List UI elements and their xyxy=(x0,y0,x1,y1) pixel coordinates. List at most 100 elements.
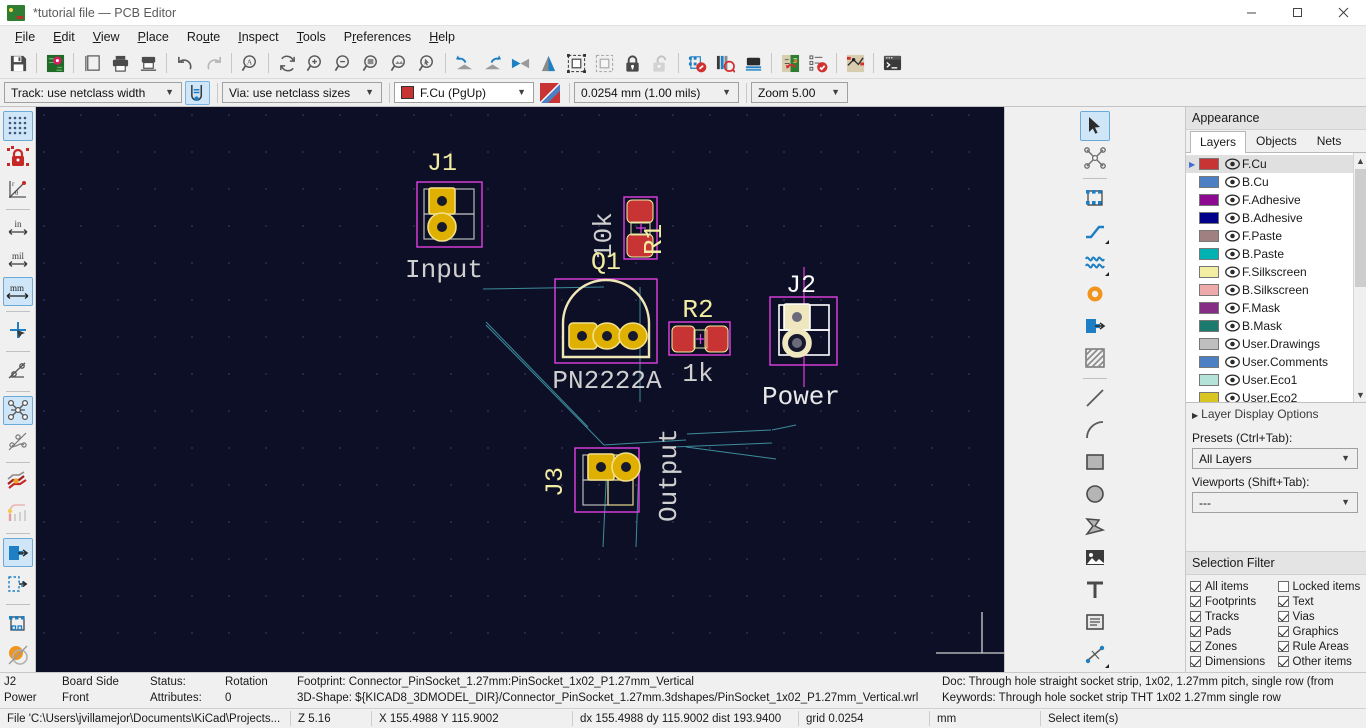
layer-visibility-toggle[interactable] xyxy=(1225,284,1242,296)
layer-visibility-toggle[interactable] xyxy=(1225,176,1242,188)
tab-nets[interactable]: Nets xyxy=(1307,130,1352,152)
layer-row-f-paste[interactable]: F.Paste xyxy=(1186,227,1366,245)
checkbox[interactable] xyxy=(1277,611,1289,622)
zoom-select[interactable]: Zoom 5.00 ▼ xyxy=(751,82,848,103)
lock-button[interactable] xyxy=(618,50,646,76)
checkbox[interactable] xyxy=(1190,596,1201,607)
layer-visibility-toggle[interactable] xyxy=(1225,212,1242,224)
track-via-properties-button[interactable] xyxy=(185,80,210,105)
layer-visibility-toggle[interactable] xyxy=(1225,248,1242,260)
checkbox[interactable] xyxy=(1277,626,1289,637)
layer-row-b-adhesive[interactable]: B.Adhesive xyxy=(1186,209,1366,227)
layer-pair-button[interactable] xyxy=(537,81,562,105)
flip-vertical-button[interactable] xyxy=(534,50,562,76)
menu-view[interactable]: View xyxy=(84,28,129,46)
layer-color-swatch[interactable] xyxy=(1199,356,1219,368)
filter-graphics[interactable]: Graphics xyxy=(1277,624,1364,639)
layer-color-swatch[interactable] xyxy=(1199,320,1219,332)
filter-other-items[interactable]: Other items xyxy=(1277,654,1364,669)
checkbox[interactable] xyxy=(1190,641,1201,652)
checkbox[interactable] xyxy=(1190,611,1201,622)
add-dimension-tool-button[interactable] xyxy=(1080,639,1110,669)
zone-outline-display-button[interactable] xyxy=(3,569,33,599)
menu-inspect[interactable]: Inspect xyxy=(229,28,287,46)
layer-visibility-toggle[interactable] xyxy=(1225,266,1242,278)
layer-visibility-toggle[interactable] xyxy=(1225,230,1242,242)
filter-locked-items[interactable]: Locked items xyxy=(1277,579,1364,594)
filter-tracks[interactable]: Tracks xyxy=(1190,609,1276,624)
track-width-select[interactable]: Track: use netclass width ▼ xyxy=(4,82,182,103)
maximize-button[interactable] xyxy=(1274,0,1320,26)
tab-layers[interactable]: Layers xyxy=(1190,131,1247,153)
layer-row-f-cu[interactable]: ▶ F.Cu xyxy=(1186,155,1366,173)
layer-row-user-eco2[interactable]: User.Eco2 xyxy=(1186,389,1366,402)
units-mils-button[interactable]: mil xyxy=(3,245,33,275)
zoom-in-button[interactable] xyxy=(301,50,329,76)
layer-color-swatch[interactable] xyxy=(1199,176,1219,188)
draw-circle-tool-button[interactable] xyxy=(1080,479,1110,509)
add-rule-area-tool-button[interactable] xyxy=(1080,343,1110,373)
checkbox[interactable] xyxy=(1277,656,1289,667)
full-window-crosshair-button[interactable] xyxy=(3,316,33,346)
checkbox[interactable] xyxy=(1277,641,1289,652)
print-button[interactable] xyxy=(106,50,134,76)
layer-visibility-toggle[interactable] xyxy=(1225,320,1242,332)
toggle-grid-button[interactable] xyxy=(2,111,33,141)
checkbox[interactable] xyxy=(1277,581,1289,592)
layer-visibility-toggle[interactable] xyxy=(1225,356,1242,368)
layer-row-b-mask[interactable]: B.Mask xyxy=(1186,317,1366,335)
page-settings-button[interactable] xyxy=(78,50,106,76)
drc-button[interactable] xyxy=(804,50,832,76)
grid-size-select[interactable]: 0.0254 mm (1.00 mils) ▼ xyxy=(574,82,739,103)
layer-visibility-toggle[interactable] xyxy=(1225,374,1242,386)
footprint-viewer-button[interactable] xyxy=(711,50,739,76)
menu-route[interactable]: Route xyxy=(178,28,229,46)
add-zone-tool-button[interactable] xyxy=(1080,311,1110,341)
route-diff-pair-tool-button[interactable] xyxy=(1080,247,1110,277)
layer-color-swatch[interactable] xyxy=(1199,194,1219,206)
layer-color-swatch[interactable] xyxy=(1199,392,1219,402)
polar-coordinates-button[interactable]: rθ xyxy=(3,174,33,204)
layer-row-b-paste[interactable]: B.Paste xyxy=(1186,245,1366,263)
layer-display-options-toggle[interactable]: ▶ Layer Display Options xyxy=(1186,403,1366,425)
units-inches-button[interactable]: in xyxy=(3,214,33,244)
via-sketch-button[interactable] xyxy=(3,640,33,670)
zoom-out-button[interactable] xyxy=(329,50,357,76)
ungroup-button[interactable] xyxy=(590,50,618,76)
menu-file[interactable]: File xyxy=(6,28,44,46)
layer-row-user-drawings[interactable]: User.Drawings xyxy=(1186,335,1366,353)
layer-color-swatch[interactable] xyxy=(1199,230,1219,242)
add-via-tool-button[interactable] xyxy=(1080,279,1110,309)
filter-text[interactable]: Text xyxy=(1277,594,1364,609)
update-pcb-from-schematic-button[interactable] xyxy=(776,50,804,76)
layer-visibility-toggle[interactable] xyxy=(1225,302,1242,314)
filter-footprints[interactable]: Footprints xyxy=(1190,594,1276,609)
filter-zones[interactable]: Zones xyxy=(1190,639,1276,654)
layer-visibility-toggle[interactable] xyxy=(1225,338,1242,350)
no-snap-button[interactable] xyxy=(3,356,33,386)
close-button[interactable] xyxy=(1320,0,1366,26)
filter-dimensions[interactable]: Dimensions xyxy=(1190,654,1276,669)
show-ratsnest-button[interactable] xyxy=(2,395,33,426)
draw-line-tool-button[interactable] xyxy=(1080,383,1110,413)
via-size-select[interactable]: Via: use netclass sizes ▼ xyxy=(222,82,382,103)
layer-list-scrollbar[interactable]: ▲ ▼ xyxy=(1353,153,1366,402)
layer-row-user-eco1[interactable]: User.Eco1 xyxy=(1186,371,1366,389)
layer-row-f-silkscreen[interactable]: F.Silkscreen xyxy=(1186,263,1366,281)
local-ratsnest-tool-button[interactable] xyxy=(1080,143,1110,173)
group-button[interactable] xyxy=(562,50,590,76)
filter-all-items[interactable]: All items xyxy=(1190,579,1276,594)
active-layer-select[interactable]: F.Cu (PgUp) ▼ xyxy=(394,82,534,103)
menu-edit[interactable]: Edit xyxy=(44,28,84,46)
layer-visibility-toggle[interactable] xyxy=(1225,194,1242,206)
layer-visibility-toggle[interactable] xyxy=(1225,392,1242,402)
draw-rectangle-tool-button[interactable] xyxy=(1080,447,1110,477)
layer-row-f-adhesive[interactable]: F.Adhesive xyxy=(1186,191,1366,209)
place-footprint-tool-button[interactable] xyxy=(1080,183,1110,213)
scroll-up-icon[interactable]: ▲ xyxy=(1354,153,1366,168)
units-mm-button[interactable]: mm xyxy=(2,276,33,307)
draw-polygon-tool-button[interactable] xyxy=(1080,511,1110,541)
pcb-canvas[interactable]: J1 Input 10k R1 Q1 PN2222A R2 1k J2 Powe… xyxy=(36,107,1004,672)
add-text-tool-button[interactable] xyxy=(1080,575,1110,605)
refresh-button[interactable] xyxy=(273,50,301,76)
